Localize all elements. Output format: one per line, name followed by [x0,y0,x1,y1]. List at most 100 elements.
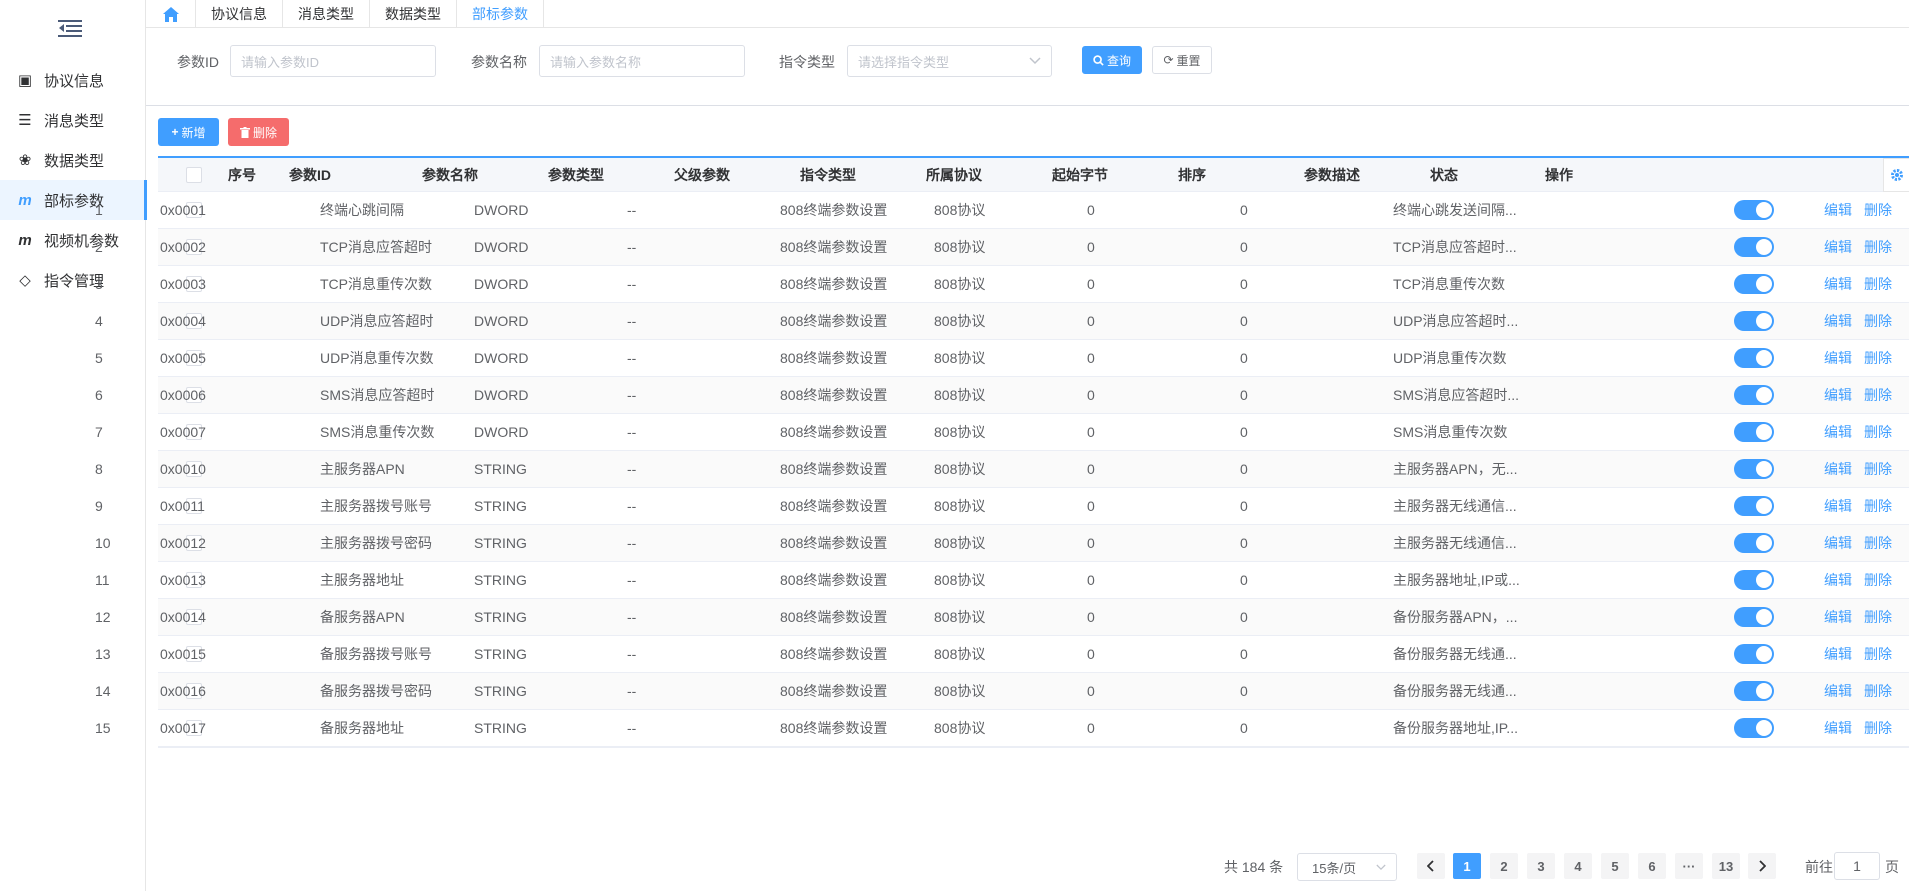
status-toggle[interactable] [1734,570,1774,590]
delete-link[interactable]: 删除 [1864,303,1892,339]
delete-link[interactable]: 删除 [1864,710,1892,746]
trash-icon [239,126,250,138]
page-button[interactable]: 3 [1527,853,1555,879]
status-toggle[interactable] [1734,348,1774,368]
edit-link[interactable]: 编辑 [1824,451,1852,487]
edit-link[interactable]: 编辑 [1824,229,1852,265]
status-toggle[interactable] [1734,274,1774,294]
param-name-input[interactable]: 请输入参数名称 [539,45,745,77]
status-toggle[interactable] [1734,311,1774,331]
edit-link[interactable]: 编辑 [1824,340,1852,376]
sidebar-item-protocol-info[interactable]: ▣ 协议信息 [0,60,146,100]
query-button[interactable]: 查询 [1082,46,1142,74]
row-description: TCP消息应答超时... [1393,239,1517,255]
edit-link[interactable]: 编辑 [1824,414,1852,450]
delete-link[interactable]: 删除 [1864,562,1892,598]
sidebar-item-data-type[interactable]: ❀ 数据类型 [0,140,146,180]
page-button[interactable]: 1 [1453,853,1481,879]
status-toggle[interactable] [1734,200,1774,220]
search-icon [1093,54,1104,66]
row-param-name: 主服务器地址 [320,572,404,588]
row-index: 10 [95,535,111,551]
delete-button[interactable]: 删除 [228,118,289,146]
tab-protocol-info[interactable]: 协议信息 [196,0,283,28]
delete-link[interactable]: 删除 [1864,488,1892,524]
edit-link[interactable]: 编辑 [1824,673,1852,709]
row-protocol: 808协议 [934,498,986,514]
row-param-type: STRING [474,720,527,736]
delete-link[interactable]: 删除 [1864,451,1892,487]
row-start-byte: 0 [1087,313,1095,329]
more-pages-button[interactable]: ··· [1675,853,1703,879]
edit-link[interactable]: 编辑 [1824,525,1852,561]
page-button[interactable]: 6 [1638,853,1666,879]
edit-link[interactable]: 编辑 [1824,192,1852,228]
page-button[interactable]: 4 [1564,853,1592,879]
tab-data-type[interactable]: 数据类型 [370,0,457,28]
sidebar-item-message-type[interactable]: ☰ 消息类型 [0,100,146,140]
page-button[interactable]: 2 [1490,853,1518,879]
edit-link[interactable]: 编辑 [1824,562,1852,598]
row-index: 4 [95,313,103,329]
edit-link[interactable]: 编辑 [1824,303,1852,339]
prev-page-button[interactable] [1417,853,1445,879]
row-cmd-type: 808终端参数设置 [780,646,888,662]
row-param-id: 0x0014 [160,609,206,625]
delete-link[interactable]: 删除 [1864,266,1892,302]
goto-page-input[interactable]: 1 [1834,852,1880,880]
delete-link[interactable]: 删除 [1864,599,1892,635]
edit-link[interactable]: 编辑 [1824,599,1852,635]
tab-standard-params[interactable]: 部标参数 [457,0,544,28]
delete-link[interactable]: 删除 [1864,229,1892,265]
add-button[interactable]: + 新增 [158,118,219,146]
page-button[interactable]: 5 [1601,853,1629,879]
row-protocol: 808协议 [934,720,986,736]
settings-gear-icon[interactable] [1883,158,1909,192]
select-all-checkbox[interactable] [186,167,202,183]
status-toggle[interactable] [1734,644,1774,664]
status-toggle[interactable] [1734,237,1774,257]
edit-link[interactable]: 编辑 [1824,636,1852,672]
sidebar-item-standard-params[interactable]: m 部标参数 [0,180,147,220]
edit-link[interactable]: 编辑 [1824,488,1852,524]
edit-link[interactable]: 编辑 [1824,710,1852,746]
delete-link[interactable]: 删除 [1864,636,1892,672]
delete-link[interactable]: 删除 [1864,340,1892,376]
status-toggle[interactable] [1734,496,1774,516]
delete-link[interactable]: 删除 [1864,673,1892,709]
reset-button[interactable]: ⟳ 重置 [1152,46,1212,74]
menu-collapse-icon[interactable] [58,18,82,38]
chevron-right-icon [1759,860,1766,872]
col-parent-param-header: 父级参数 [674,167,730,183]
page-button[interactable]: 13 [1712,853,1740,879]
sidebar-item-video-params[interactable]: m 视频机参数 [0,220,146,260]
status-toggle[interactable] [1734,533,1774,553]
status-toggle[interactable] [1734,459,1774,479]
delete-link[interactable]: 删除 [1864,525,1892,561]
row-description: 主服务器地址,IP或... [1393,572,1520,588]
cmd-type-select[interactable]: 请选择指令类型 [847,45,1052,77]
status-toggle[interactable] [1734,385,1774,405]
row-param-name: 备服务器拨号密码 [320,683,432,699]
status-toggle[interactable] [1734,607,1774,627]
edit-link[interactable]: 编辑 [1824,377,1852,413]
sidebar-item-command-mgmt[interactable]: ◇ 指令管理 [0,260,146,300]
row-param-name: 主服务器拨号账号 [320,498,432,514]
delete-link[interactable]: 删除 [1864,192,1892,228]
status-toggle[interactable] [1734,718,1774,738]
delete-link[interactable]: 删除 [1864,414,1892,450]
next-page-button[interactable] [1748,853,1776,879]
edit-link[interactable]: 编辑 [1824,266,1852,302]
status-toggle[interactable] [1734,422,1774,442]
row-start-byte: 0 [1087,609,1095,625]
row-description: TCP消息重传次数 [1393,276,1505,292]
sidebar-item-label: 视频机参数 [44,232,120,250]
tab-home[interactable] [146,0,196,28]
page-size-select[interactable]: 15条/页 [1297,853,1397,881]
status-toggle[interactable] [1734,681,1774,701]
tab-message-type[interactable]: 消息类型 [283,0,370,28]
param-id-input[interactable]: 请输入参数ID [230,45,436,77]
row-index: 13 [95,646,111,662]
row-cmd-type: 808终端参数设置 [780,609,888,625]
delete-link[interactable]: 删除 [1864,377,1892,413]
